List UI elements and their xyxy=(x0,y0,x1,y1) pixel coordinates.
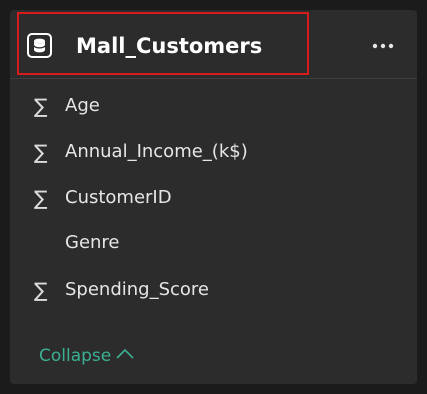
database-icon xyxy=(27,33,52,58)
more-options-button[interactable] xyxy=(366,36,400,56)
more-options-icon xyxy=(372,43,394,49)
collapse-label: Collapse xyxy=(39,346,112,366)
field-label: Spending_Score xyxy=(65,279,210,300)
field-item-spending-score[interactable]: ∑ Spending_Score xyxy=(10,272,417,308)
field-label: Annual_Income_(k$) xyxy=(65,141,248,162)
table-card: Mall_Customers ∑ Age ∑ Annual_Income_(k$… xyxy=(10,10,417,384)
collapse-button[interactable]: Collapse xyxy=(39,344,135,368)
field-item-genre[interactable]: Genre xyxy=(10,225,417,261)
field-item-age[interactable]: ∑ Age xyxy=(10,88,417,124)
sigma-icon: ∑ xyxy=(34,278,48,302)
table-header: Mall_Customers xyxy=(10,10,417,79)
sigma-icon: ∑ xyxy=(34,186,48,210)
field-label: Age xyxy=(65,95,100,116)
field-item-annual-income[interactable]: ∑ Annual_Income_(k$) xyxy=(10,134,417,170)
field-label: Genre xyxy=(65,232,120,253)
sigma-icon: ∑ xyxy=(34,94,48,118)
field-label: CustomerID xyxy=(65,187,172,208)
table-name[interactable]: Mall_Customers xyxy=(76,31,262,61)
sigma-icon: ∑ xyxy=(34,140,48,164)
field-item-customer-id[interactable]: ∑ CustomerID xyxy=(10,180,417,216)
chevron-up-icon xyxy=(116,348,134,359)
